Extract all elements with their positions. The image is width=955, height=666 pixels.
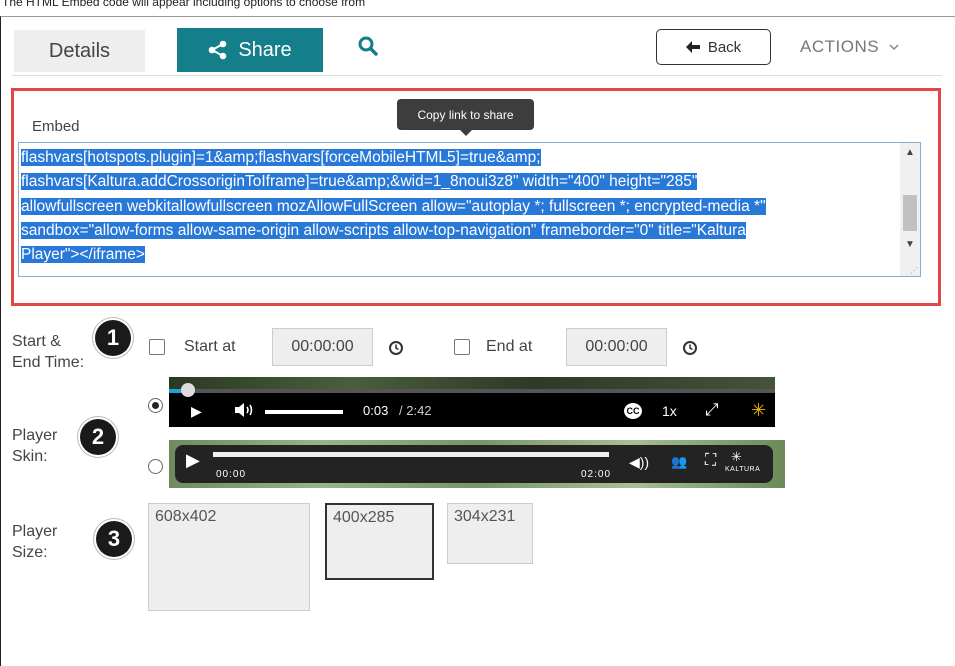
embed-line: flashvars[Kaltura.addCrossoriginToIframe… [21,173,698,191]
scroll-up-icon[interactable]: ▲ [905,147,915,158]
player-size-label: Player Size: [12,521,57,563]
tab-details[interactable]: Details [14,30,145,72]
end-time-input[interactable]: 00:00:00 [566,328,667,366]
player-skin-label: Player Skin: [12,425,57,467]
scroll-down-icon[interactable]: ▼ [905,239,915,250]
volume-icon: ◀)) [629,454,650,470]
share-icon [209,40,227,60]
step-2-badge: 2 [80,419,116,455]
tab-share-label: Share [238,38,292,61]
kaltura-logo-icon: ✳ [751,400,767,420]
clock-icon [389,341,403,355]
start-at-checkbox[interactable] [149,339,165,355]
search-icon [358,36,378,56]
fullscreen-icon: ⛶ [705,452,717,469]
scrollbar-thumb[interactable] [903,195,917,231]
size-option-608x402[interactable]: 608x402 [148,503,310,611]
step-1-badge: 1 [95,320,131,356]
back-button-label: Back [707,38,742,56]
play-icon: ▶ [186,450,200,470]
embed-code-text: flashvars[hotspots.plugin]=1&amp;flashva… [21,146,893,267]
embed-line: allowfullscreen webkitallowfullscreen mo… [21,197,766,215]
skin1-duration: / 2:42 [399,403,432,418]
arrow-left-icon [685,41,700,53]
skin1-radio[interactable] [148,398,163,413]
back-button[interactable]: Back [656,29,771,65]
volume-icon [233,401,255,422]
size-option-304x231[interactable]: 304x231 [447,503,533,564]
skin2-preview[interactable]: ▶ 00:00 02:00 ◀)) 👥 ⛶ ✳ KALTURA [169,440,785,488]
actions-menu[interactable]: ACTIONS [800,37,899,57]
resize-grip-icon[interactable]: ⋰ [910,266,918,275]
fullscreen-icon: ⤢ [705,400,719,419]
embed-label: Embed [32,118,80,135]
step-3-badge: 3 [96,521,132,557]
size-option-400x285[interactable]: 400x285 [325,503,434,580]
skin1-speed: 1x [662,403,677,419]
size-label-line1: Player [12,523,58,540]
skin2-progress-track [213,452,609,457]
play-icon: ▶ [191,403,202,419]
embed-line: flashvars[hotspots.plugin]=1&amp;flashva… [21,149,541,166]
embed-scrollbar[interactable]: ▲ ▼ [900,143,920,276]
skin1-volume-bar [265,410,343,414]
header-divider [12,75,942,76]
copy-link-tooltip: Copy link to share [397,99,534,130]
tooltip-arrow [460,130,472,136]
end-at-checkbox[interactable] [454,339,470,355]
clock-icon [683,341,697,355]
start-at-label: Start at [184,338,236,355]
start-end-time-label: Start & End Time: [12,331,84,373]
time-label-line1: Start & [12,333,61,350]
instruction-caption: The HTML Embed code will appear includin… [2,0,366,9]
cc-icon: CC [624,403,642,419]
tab-details-label: Details [48,39,111,62]
skin1-preview[interactable]: ▶ 0:03 / 2:42 CC 1x ⤢ ✳ [169,377,775,427]
embed-line: sandbox="allow-forms allow-same-origin a… [21,221,746,239]
skin1-scrubber [181,383,195,397]
time-label-line2: End Time: [12,354,85,371]
actions-label: ACTIONS [800,37,880,56]
end-at-label: End at [486,338,533,355]
skin-label-line2: Skin: [12,448,48,465]
skin1-video-strip [169,377,775,389]
embed-code-textarea[interactable]: flashvars[hotspots.plugin]=1&amp;flashva… [18,142,921,277]
search-button[interactable] [356,34,380,58]
skin2-radio[interactable] [148,459,163,474]
kaltura-logo-icon: ✳ [731,449,742,464]
size-label-line2: Size: [12,544,48,561]
chevron-down-icon [889,43,899,50]
start-time-input[interactable]: 00:00:00 [272,328,373,366]
skin2-duration: 02:00 [581,469,612,480]
tab-share[interactable]: Share [177,28,323,72]
skin1-current-time: 0:03 [363,403,389,418]
skin2-current-time: 00:00 [216,469,247,480]
end-clock-icon[interactable] [682,340,698,361]
skin1-progress-track [169,389,775,393]
skin-label-line1: Player [12,427,58,444]
embed-line: Player"></iframe> [21,246,145,264]
people-icon: 👥 [671,454,688,469]
skin2-brand: KALTURA [725,466,761,473]
start-clock-icon[interactable] [388,340,404,361]
